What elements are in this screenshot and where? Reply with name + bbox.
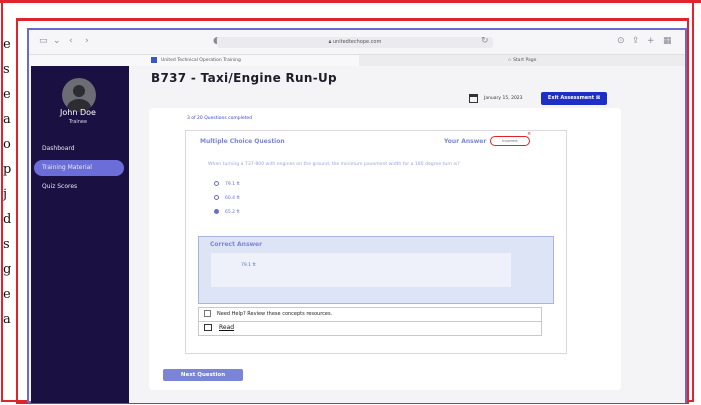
incorrect-x-icon: × (527, 131, 532, 137)
download-icon[interactable]: ⊙ (617, 36, 625, 46)
correct-answer-heading: Correct Answer (210, 241, 263, 248)
strip-char: o (3, 137, 11, 152)
strip-char: p (3, 162, 12, 177)
next-question-button[interactable]: Next Question (163, 369, 243, 381)
page-title: B737 - Taxi/Engine Run-Up (151, 71, 337, 85)
question-text: When turning a 737-800 with engines on t… (208, 162, 460, 167)
strip-char: e (3, 37, 11, 52)
back-icon[interactable]: ‹ (69, 36, 73, 46)
user-role: Trainee (68, 119, 88, 125)
strip-char: a (3, 112, 11, 127)
answer-option-selected[interactable]: 65.2 ft (214, 209, 240, 215)
strip-char: e (3, 87, 11, 102)
progress-text: 3 of 20 Questions completed (187, 116, 252, 121)
left-text-strip: e s e a o p j d s g e a (3, 32, 17, 404)
tab-label: Start Page (513, 58, 537, 63)
sidebar-item-quiz-scores[interactable]: Quiz Scores (34, 179, 124, 195)
new-tab-icon[interactable]: + (647, 36, 655, 46)
correct-answer-panel: Correct Answer 79.1 ft (198, 236, 554, 304)
close-box-icon: ⊠ (595, 95, 601, 101)
exit-assessment-button[interactable]: Exit Assessment ⊠ (541, 92, 607, 105)
strip-char: g (3, 262, 12, 277)
user-name: John Doe (60, 108, 96, 117)
question-box: Multiple Choice Question Your Answer Inc… (185, 130, 567, 354)
sidebar-item-training-material[interactable]: Training Material (34, 160, 124, 176)
option-label: 65.2 ft (225, 210, 240, 215)
tab-overview-icon[interactable]: ▦ (663, 36, 672, 46)
sidebar-item-dashboard[interactable]: Dashboard (34, 141, 124, 157)
site-favicon-icon (151, 56, 157, 63)
main-content: B737 - Taxi/Engine Run-Up January 15, 20… (129, 66, 685, 403)
share-icon[interactable]: ⇪ (632, 36, 640, 46)
question-heading: Multiple Choice Question (200, 138, 285, 145)
reload-icon[interactable]: ↻ (481, 36, 489, 46)
help-text: Need Help? Review these concepts resourc… (217, 311, 333, 317)
help-checkbox-icon (204, 310, 211, 317)
your-answer-label: Your Answer (444, 138, 487, 145)
read-link[interactable]: Read (219, 324, 234, 331)
strip-char: d (3, 212, 12, 227)
exit-label: Exit Assessment (547, 95, 595, 101)
radio-selected-icon[interactable] (214, 209, 219, 214)
strip-char: a (3, 312, 11, 327)
strip-char: j (3, 187, 8, 202)
tab-label: United Technical Operation Training (161, 58, 241, 63)
strip-char: s (3, 62, 10, 77)
correct-answer-value: 79.1 ft (241, 263, 256, 268)
book-icon (204, 324, 212, 331)
browser-toolbar: ▭ ⌄ ‹ › ◐ 🔒︎ unitedtechope.com ↻ ⊙ ⇪ + ▦ (29, 30, 685, 54)
answer-option[interactable]: 79.1 ft (214, 181, 240, 187)
sidebar-toggle-icon[interactable]: ▭ (39, 36, 48, 46)
correct-answer-field: 79.1 ft (211, 253, 511, 287)
answer-option[interactable]: 60.4 ft (214, 195, 240, 201)
strip-char: e (3, 287, 11, 302)
avatar (62, 78, 96, 112)
strip-char: s (3, 237, 10, 252)
your-answer-badge: Incorrect (490, 136, 530, 146)
calendar-icon (469, 94, 478, 103)
chevron-down-icon[interactable]: ⌄ (53, 36, 61, 46)
read-row[interactable]: Read (198, 320, 542, 336)
date-text: January 15, 2023 (484, 96, 523, 101)
radio-icon[interactable] (214, 195, 219, 200)
assessment-card: 3 of 20 Questions completed Multiple Cho… (149, 108, 621, 390)
option-label: 60.4 ft (225, 196, 240, 201)
radio-icon[interactable] (214, 181, 219, 186)
sidebar: John Doe Trainee Dashboard Training Mate… (31, 66, 129, 403)
url-text: unitedtechope.com (332, 39, 382, 45)
forward-icon[interactable]: › (85, 36, 89, 46)
browser-window: ▭ ⌄ ‹ › ◐ 🔒︎ unitedtechope.com ↻ ⊙ ⇪ + ▦… (27, 28, 687, 403)
address-bar[interactable]: 🔒︎ unitedtechope.com (217, 37, 493, 48)
option-label: 79.1 ft (225, 182, 240, 187)
